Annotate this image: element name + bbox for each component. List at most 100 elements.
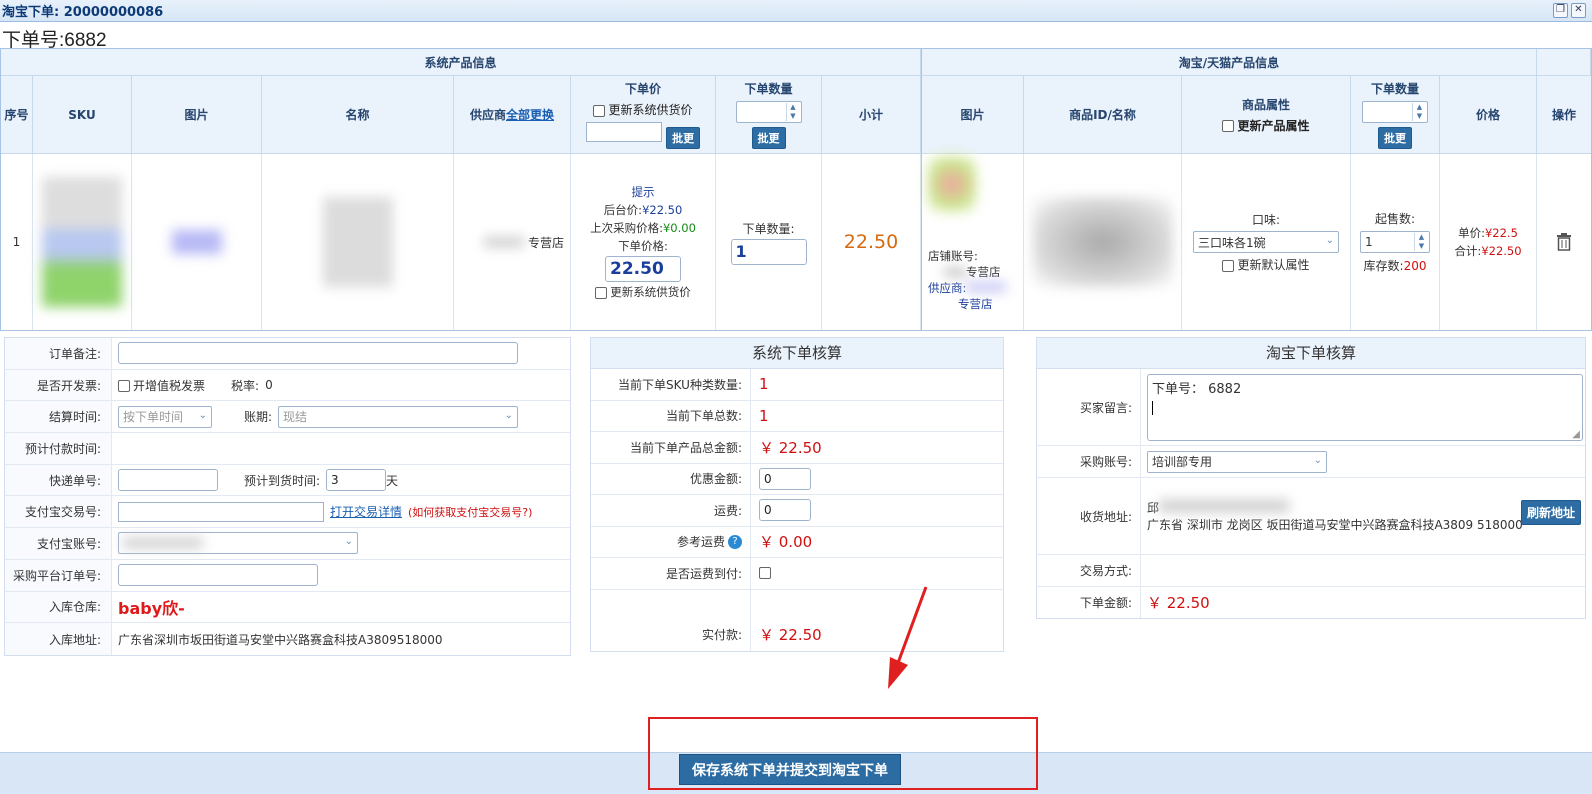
col-supplier: 供应商 全部更换 <box>454 76 571 154</box>
trash-icon[interactable] <box>1556 233 1572 251</box>
sku-image <box>33 154 132 330</box>
total-count-label: 当前下单总数: <box>591 400 751 431</box>
discount-label: 优惠金额: <box>591 463 751 494</box>
window-title: 淘宝下单: 20000000086 <box>2 5 164 20</box>
update-attr-checkbox[interactable] <box>1222 120 1235 132</box>
batch-price-button[interactable]: 批更 <box>666 127 701 149</box>
tb-group-header: 淘宝/天猫产品信息 <box>921 49 1537 76</box>
invoice-checkbox-label: 开增值税发票 <box>133 378 206 393</box>
shop-label: 店铺账号: <box>928 249 978 263</box>
freight-label: 运费: <box>591 495 751 526</box>
pay-time-label: 预计付款时间: <box>5 433 112 464</box>
supplier-cell: 专营店 <box>454 154 571 330</box>
replace-all-link[interactable]: 全部更换 <box>506 106 554 123</box>
window-titlebar: 淘宝下单: 20000000086 ❐ ✕ <box>0 0 1592 22</box>
tax-value: 0 <box>265 378 273 393</box>
batch-qty-spinner[interactable]: ▲ ▼ <box>735 101 802 123</box>
col-subtotal: 小计 <box>822 76 921 154</box>
period-select[interactable]: 现结 ⌄ <box>278 405 519 428</box>
buyer-msg-textarea[interactable]: 下单号： 6882 ◢ <box>1147 373 1583 441</box>
platform-input[interactable] <box>118 564 318 587</box>
restore-icon[interactable]: ❐ <box>1553 3 1568 18</box>
annotation-highlight-box <box>648 717 1038 790</box>
purchase-acc-select[interactable]: 培训部专用 ⌄ <box>1147 450 1327 473</box>
annotation-arrow <box>888 586 928 689</box>
col-tb-price: 价格 <box>1440 76 1537 154</box>
col-qty-label: 下单数量 <box>744 82 793 96</box>
ref-freight-label: 参考运费 <box>676 535 725 550</box>
chevron-down-icon: ⌄ <box>504 409 514 421</box>
product-table: 系统产品信息 淘宝/天猫产品信息 序号 SKU 图片 名称 供应商 全部更换 下单… <box>0 48 1592 331</box>
batch-tb-qty-spinner[interactable]: ▲ ▼ <box>1362 101 1428 123</box>
paid-label: 实付款: <box>591 589 751 651</box>
batch-tb-qty-button[interactable]: 批更 <box>1378 127 1412 149</box>
open-detail-link[interactable]: 打开交易详情 <box>330 503 402 520</box>
product-image <box>132 154 262 330</box>
tb-amount-label: 下单金额: <box>1037 587 1141 618</box>
arrive-input[interactable]: 3 <box>326 469 387 492</box>
flavor-value: 三口味各1碗 <box>1198 235 1266 250</box>
arrive-label: 预计到货时间: <box>244 473 321 488</box>
col-sku: SKU <box>33 76 132 154</box>
cod-checkbox[interactable] <box>759 567 771 580</box>
total-count-value: 1 <box>759 406 769 425</box>
arrive-unit: 天 <box>386 473 399 488</box>
sku-kind-label: 当前下单SKU种类数量: <box>591 369 751 400</box>
platform-label: 采购平台订单号: <box>5 559 112 591</box>
col-tb-id: 商品ID/名称 <box>1024 76 1182 154</box>
wh-addr-value: 广东省深圳市坂田街道马安堂中兴路赛盒科技A3809518000 <box>118 632 443 647</box>
ref-freight-value: ￥ 0.00 <box>759 533 813 552</box>
close-icon[interactable]: ✕ <box>1571 3 1586 18</box>
col-name: 名称 <box>262 76 454 154</box>
system-accounting-title: 系统下单核算 <box>591 338 1003 369</box>
col-attr: 商品属性 更新产品属性 <box>1182 76 1351 154</box>
remark-input[interactable] <box>118 342 518 365</box>
unit-price: ¥22.5 <box>1484 226 1518 240</box>
product-name <box>262 154 454 330</box>
update-price-row-label: 更新系统供货价 <box>610 285 691 299</box>
flavor-select[interactable]: 三口味各1碗 ⌄ <box>1193 231 1339 253</box>
attr-cell: 口味: 三口味各1碗 ⌄ 更新默认属性 <box>1182 154 1351 330</box>
chevron-down-icon: ⌄ <box>1313 454 1322 466</box>
settle-select[interactable]: 按下单时间 ⌄ <box>118 405 212 428</box>
express-label: 快递单号: <box>5 464 112 496</box>
alipay-trade-input[interactable] <box>118 501 324 522</box>
express-input[interactable] <box>118 469 218 492</box>
total-price: ¥22.50 <box>1481 244 1522 258</box>
hint-link[interactable]: 提示 <box>632 184 655 200</box>
help-icon[interactable]: ? <box>728 534 742 549</box>
qty-input[interactable]: 1 <box>730 238 807 265</box>
chevron-down-icon: ⌄ <box>344 536 353 548</box>
freight-input[interactable]: 0 <box>759 499 811 522</box>
addr-value: 广东省 深圳市 龙岗区 坂田街道马安堂中兴路赛盒科技A3809 518000 <box>1147 518 1523 532</box>
default-attr-checkbox[interactable] <box>1222 259 1235 272</box>
back-price-label: 后台价: <box>603 203 643 217</box>
batch-price-input[interactable] <box>585 122 662 142</box>
addr-label: 收货地址: <box>1037 478 1141 554</box>
col-image: 图片 <box>132 76 262 154</box>
alipay-acc-select[interactable]: ⌄ <box>118 532 358 555</box>
cod-label: 是否运费到付: <box>591 558 751 589</box>
col-attr-label: 商品属性 <box>1241 97 1290 112</box>
refresh-address-button[interactable]: 刷新地址 <box>1520 500 1581 525</box>
price-cell: 提示 后台价:¥22.50 上次采购价格:¥0.00 下单价格: 22.50 更… <box>571 154 716 330</box>
order-price-input[interactable]: 22.50 <box>605 256 681 282</box>
purchase-acc-value: 培训部专用 <box>1152 455 1213 469</box>
how-get-link[interactable]: (如何获取支付宝交易号?) <box>408 504 532 520</box>
settle-label: 结算时间: <box>5 401 112 433</box>
tb-qty-spinner[interactable]: 1 ▲ ▼ <box>1360 231 1430 253</box>
discount-input[interactable]: 0 <box>759 467 811 490</box>
buyer-msg-label: 买家留言: <box>1037 369 1141 445</box>
purchase-acc-label: 采购账号: <box>1037 446 1141 477</box>
invoice-checkbox[interactable] <box>118 380 130 393</box>
resize-handle-icon[interactable]: ◢ <box>1572 429 1580 440</box>
col-tb-image: 图片 <box>921 76 1024 154</box>
batch-qty-button[interactable]: 批更 <box>751 127 786 149</box>
addr-prefix: 邱 <box>1147 501 1160 515</box>
update-price-row-checkbox[interactable] <box>595 286 608 299</box>
update-price-checkbox[interactable] <box>593 104 606 117</box>
col-price-label: 下单价 <box>624 82 661 96</box>
subtotal: 22.50 <box>822 154 921 330</box>
chevron-down-icon: ⌄ <box>198 409 207 421</box>
flavor-label: 口味: <box>1251 213 1281 227</box>
